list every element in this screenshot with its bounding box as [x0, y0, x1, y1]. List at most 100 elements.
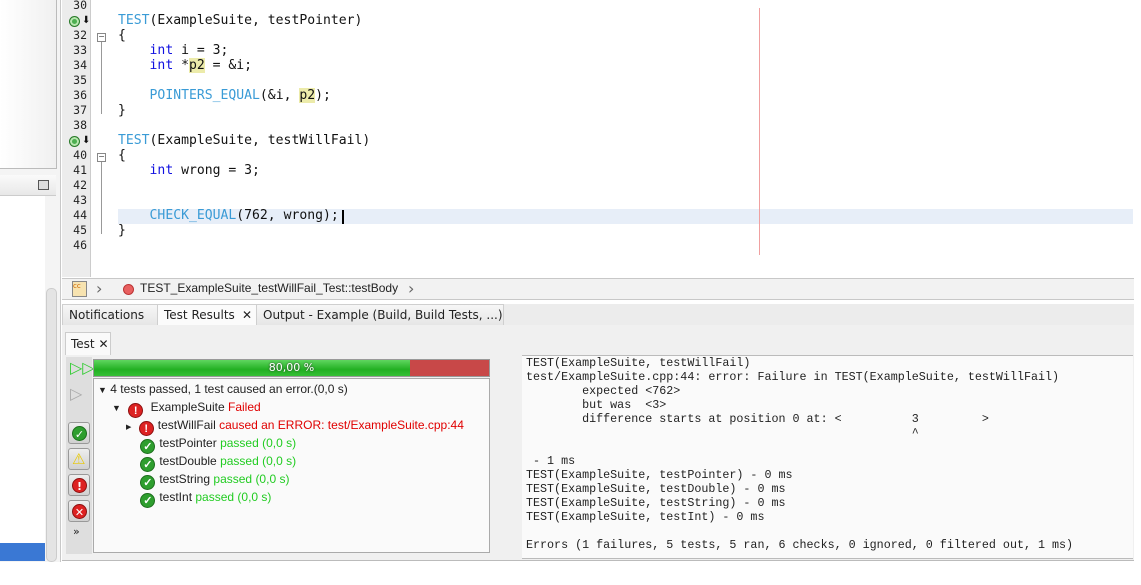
rerun-failed-icon[interactable]: ▷	[70, 386, 82, 402]
line-number: 42	[73, 178, 87, 192]
test-name: testPointer	[159, 436, 217, 450]
close-icon[interactable]: ✕	[242, 305, 252, 325]
arrow-down-icon: ⬇	[82, 135, 91, 146]
highlighted-identifier: p2	[299, 88, 316, 103]
output-line: TEST(ExampleSuite, testInt) - 0 ms	[526, 510, 765, 524]
tab-test[interactable]: Test ✕	[65, 332, 111, 355]
output-line: TEST(ExampleSuite, testPointer) - 0 ms	[526, 468, 793, 482]
output-line: TEST(ExampleSuite, testDouble) - 0 ms	[526, 482, 786, 496]
line-number: 33	[73, 43, 87, 57]
expand-icon[interactable]: ▼	[112, 403, 121, 413]
test-status: passed	[220, 436, 259, 450]
fold-line	[101, 162, 102, 234]
expand-icon[interactable]: ▶	[126, 424, 131, 431]
tab-test-results[interactable]: Test Results ✕	[157, 304, 257, 325]
keyword: int	[149, 43, 174, 58]
output-line: but was <3>	[526, 398, 667, 412]
code-line: TEST(ExampleSuite, testPointer)	[118, 13, 362, 28]
line-number: 30	[73, 0, 87, 12]
error-icon: !	[72, 478, 87, 493]
cpp-file-icon[interactable]: cc	[72, 281, 87, 297]
line-number: 38	[73, 118, 87, 132]
line-number: 35	[73, 73, 87, 87]
code-text: );	[315, 88, 331, 103]
test-name: testString	[159, 472, 211, 486]
test-status: passed	[213, 472, 253, 486]
test-time: (0,0 s)	[237, 490, 272, 504]
code-line: int wrong = 3;	[118, 163, 260, 178]
close-icon[interactable]: ✕	[98, 337, 108, 351]
projects-pane	[0, 0, 61, 562]
code-line: {	[118, 28, 126, 43]
expand-icon[interactable]: ▼	[98, 385, 107, 395]
chevron-right-icon[interactable]: ›	[408, 279, 414, 298]
fold-toggle-icon[interactable]: −	[97, 33, 106, 42]
code-text: {	[118, 28, 126, 43]
code-line: }	[118, 223, 126, 238]
arrow-down-icon: ⬇	[82, 15, 91, 26]
selected-item[interactable]	[0, 543, 45, 561]
text-caret	[342, 210, 344, 224]
line-number: 46	[73, 238, 87, 252]
test-row[interactable]: ✓ testInt passed (0,0 s)	[126, 488, 272, 508]
tab-label: Test	[71, 337, 95, 351]
code-text: (ExampleSuite, testPointer)	[149, 13, 363, 28]
function-icon	[123, 284, 134, 295]
line-number: 32	[73, 28, 87, 42]
output-line: TEST(ExampleSuite, testWillFail)	[526, 356, 751, 370]
code-line: CHECK_EQUAL(762, wrong);	[118, 208, 339, 223]
tab-label: Output - Example (Build, Build Tests, ..…	[263, 308, 503, 322]
macro: POINTERS_EQUAL	[149, 88, 260, 103]
chevron-right-icon: ›	[96, 279, 103, 298]
code-line: int *p2 = &i;	[118, 58, 252, 73]
x-icon: ✕	[72, 504, 87, 519]
show-passed-button[interactable]: ✓	[68, 422, 90, 444]
line-number: 45	[73, 223, 87, 237]
tab-label: Test Results	[164, 308, 235, 322]
macro: CHECK_EQUAL	[149, 208, 237, 223]
line-number: 34	[73, 58, 87, 72]
tab-output[interactable]: Output - Example (Build, Build Tests, ..…	[256, 304, 504, 325]
test-name: testInt	[159, 490, 193, 504]
test-status: caused an ERROR: test/ExampleSuite.cpp:4…	[219, 418, 464, 432]
projects-panel	[0, 0, 57, 169]
rerun-icon[interactable]: ▷▷	[70, 360, 95, 376]
scrollbar[interactable]	[46, 288, 57, 562]
breadcrumb-function[interactable]: TEST_ExampleSuite_testWillFail_Test::tes…	[140, 281, 398, 295]
code-line: POINTERS_EQUAL(&i, p2);	[118, 88, 331, 103]
code-text: }	[118, 103, 126, 118]
fold-toggle-icon[interactable]: −	[97, 153, 106, 162]
test-time: (0,0 s)	[262, 454, 297, 468]
show-errors-button[interactable]: !	[68, 474, 90, 496]
test-row[interactable]: ✓ testPointer passed (0,0 s)	[126, 434, 297, 454]
output-line: difference starts at position 0 at: < 3 …	[526, 412, 989, 426]
breadcrumb-bar: cc › TEST_ExampleSuite_testWillFail_Test…	[62, 278, 1134, 300]
tab-notifications[interactable]: Notifications	[62, 304, 158, 325]
keyword: int	[149, 58, 174, 73]
summary-row[interactable]: ▼ 4 tests passed, 1 test caused an error…	[98, 380, 348, 398]
progress-bar: 80,00 %	[93, 359, 490, 377]
minimize-icon[interactable]	[38, 180, 49, 190]
test-row[interactable]: ✓ testDouble passed (0,0 s)	[126, 452, 297, 472]
test-row[interactable]: ✓ testString passed (0,0 s)	[126, 470, 289, 490]
more-icon[interactable]: »	[73, 525, 80, 538]
line-number: 41	[73, 163, 87, 177]
suite-row[interactable]: ▼ ! ExampleSuite Failed	[112, 398, 261, 418]
code-text: (ExampleSuite, testWillFail)	[149, 133, 371, 148]
test-name: testWillFail	[157, 418, 216, 432]
show-warnings-button[interactable]: ⚠	[68, 448, 90, 470]
test-row[interactable]: ▶ ! testWillFail caused an ERROR: test/Ex…	[126, 416, 464, 436]
check-icon: ✓	[140, 493, 156, 508]
show-failures-button[interactable]: ✕	[68, 500, 90, 522]
run-test-icon[interactable]	[69, 136, 80, 147]
test-time: (0,0 s)	[262, 436, 297, 450]
output-line: - 1 ms	[526, 454, 576, 468]
test-tree: ▼ 4 tests passed, 1 test caused an error…	[93, 378, 490, 553]
keyword: int	[149, 163, 174, 178]
code-text: = &i;	[204, 58, 253, 73]
test-name: testDouble	[159, 454, 217, 468]
line-number: 40	[73, 148, 87, 162]
run-test-icon[interactable]	[69, 16, 80, 27]
